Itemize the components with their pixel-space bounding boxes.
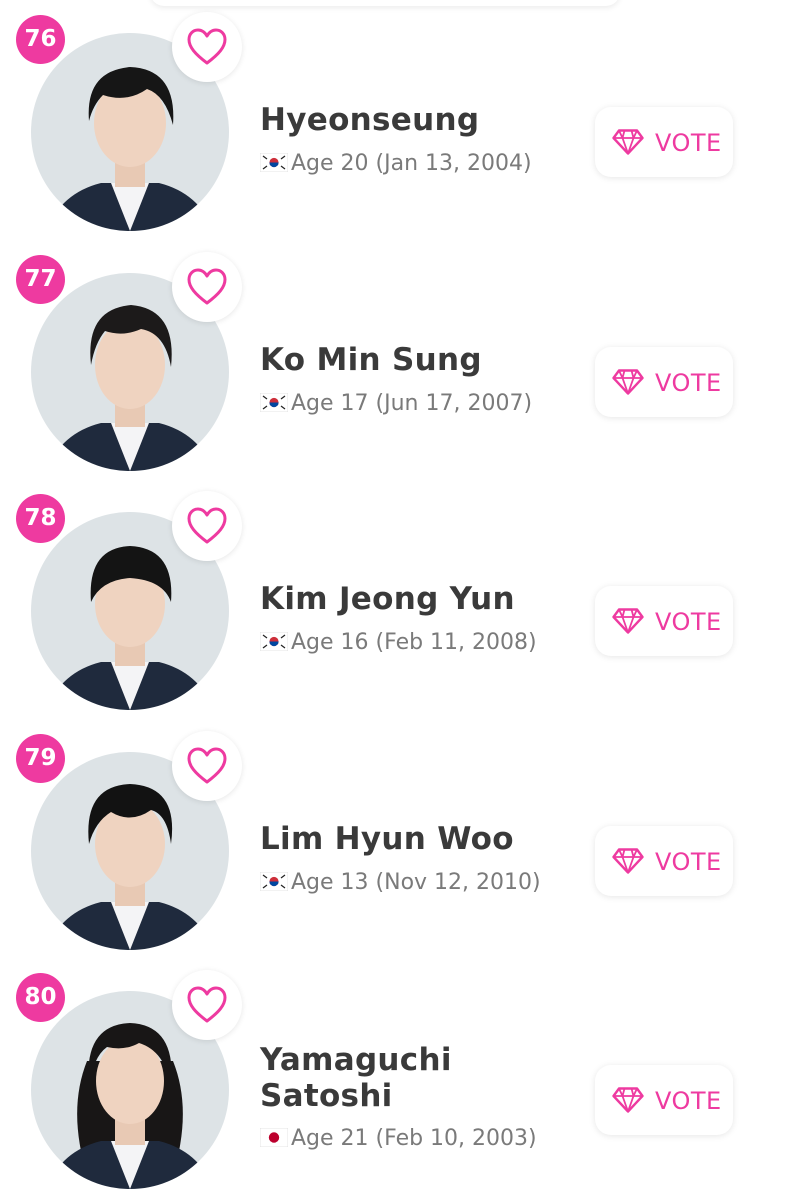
korea-flag-icon (260, 153, 288, 172)
contestant-row: 77 Ko Min Sung Age 17 (Jun 17, 2007) VOT… (0, 240, 785, 480)
rank-badge: 77 (16, 255, 65, 304)
diamond-icon (612, 848, 644, 874)
vote-button[interactable]: VOTE (595, 586, 733, 656)
contestant-details: Age 21 (Feb 10, 2003) (260, 1126, 537, 1152)
heart-icon (187, 268, 227, 305)
contestant-name: Yamaguchi Satoshi (260, 1042, 452, 1114)
favorite-button[interactable] (172, 252, 242, 322)
heart-icon (187, 28, 227, 65)
contestant-details: Age 20 (Jan 13, 2004) (260, 151, 532, 177)
vote-button[interactable]: VOTE (595, 826, 733, 896)
contestant-details: Age 17 (Jun 17, 2007) (260, 391, 532, 417)
diamond-icon (612, 1087, 644, 1113)
heart-icon (187, 747, 227, 784)
heart-icon (187, 507, 227, 544)
korea-flag-icon (260, 393, 288, 412)
favorite-button[interactable] (172, 491, 242, 561)
age-birthdate: Age 16 (Feb 11, 2008) (291, 630, 537, 655)
korea-flag-icon (260, 872, 288, 891)
contestant-name: Hyeonseung (260, 102, 480, 138)
age-birthdate: Age 21 (Feb 10, 2003) (291, 1126, 537, 1151)
diamond-icon (612, 129, 644, 155)
age-birthdate: Age 13 (Nov 12, 2010) (291, 870, 541, 895)
age-birthdate: Age 20 (Jan 13, 2004) (291, 151, 532, 176)
rank-badge: 80 (16, 973, 65, 1022)
contestant-details: Age 16 (Feb 11, 2008) (260, 630, 537, 656)
contestant-row: 79 Lim Hyun Woo Age 13 (Nov 12, 2010) VO… (0, 719, 785, 959)
age-birthdate: Age 17 (Jun 17, 2007) (291, 391, 533, 416)
contestant-row: 78 Kim Jeong Yun Age 16 (Feb 11, 2008) V… (0, 479, 785, 719)
vote-button[interactable]: VOTE (595, 347, 733, 417)
contestant-row: 76 Hyeonseung Age 20 (Jan 13, 2004) VOTE (0, 0, 785, 240)
vote-label: VOTE (655, 369, 722, 397)
heart-icon (187, 986, 227, 1023)
favorite-button[interactable] (172, 12, 242, 82)
vote-label: VOTE (655, 1087, 722, 1115)
contestant-list: 76 Hyeonseung Age 20 (Jan 13, 2004) VOTE… (0, 0, 785, 1200)
vote-button[interactable]: VOTE (595, 107, 733, 177)
contestant-name: Ko Min Sung (260, 342, 482, 378)
japan-flag-icon (260, 1128, 288, 1147)
contestant-name: Kim Jeong Yun (260, 581, 515, 617)
rank-badge: 76 (16, 15, 65, 64)
vote-button[interactable]: VOTE (595, 1065, 733, 1135)
vote-label: VOTE (655, 129, 722, 157)
contestant-row: 80 Yamaguchi Satoshi Age 21 (Feb 10, 200… (0, 958, 785, 1198)
favorite-button[interactable] (172, 731, 242, 801)
diamond-icon (612, 369, 644, 395)
rank-badge: 79 (16, 734, 65, 783)
diamond-icon (612, 608, 644, 634)
korea-flag-icon (260, 632, 288, 651)
contestant-name: Lim Hyun Woo (260, 821, 514, 857)
contestant-details: Age 13 (Nov 12, 2010) (260, 870, 541, 896)
rank-badge: 78 (16, 494, 65, 543)
favorite-button[interactable] (172, 970, 242, 1040)
vote-label: VOTE (655, 608, 722, 636)
vote-label: VOTE (655, 848, 722, 876)
